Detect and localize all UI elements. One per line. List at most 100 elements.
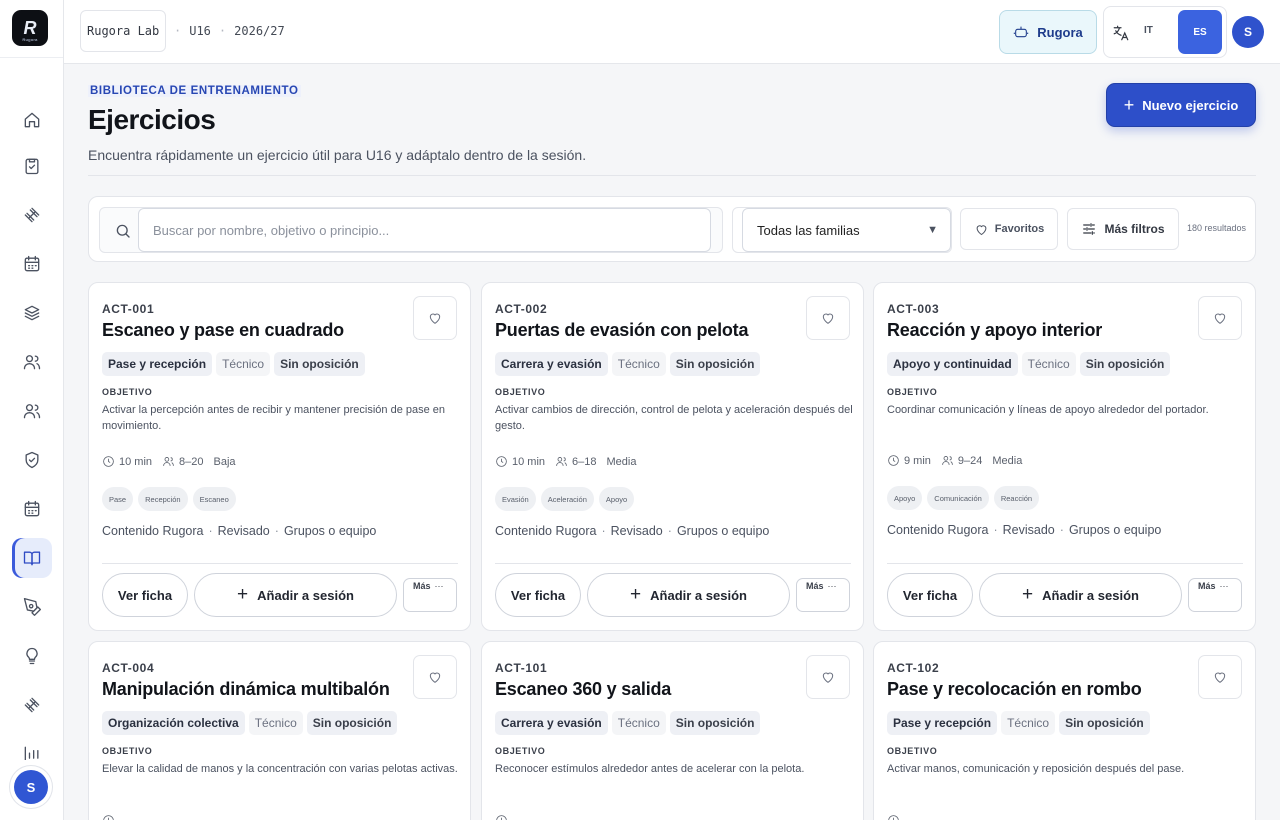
exercise-title[interactable]: Reacción y apoyo interior bbox=[887, 320, 1102, 341]
add-to-session-button[interactable]: + Añadir a sesión bbox=[979, 573, 1182, 617]
objective-text: Elevar la calidad de manos y la concentr… bbox=[102, 763, 458, 775]
card-divider bbox=[102, 563, 458, 564]
exercise-title[interactable]: Pase y recolocación en rombo bbox=[887, 679, 1142, 700]
family-tag: Apoyo y continuidad bbox=[887, 352, 1018, 376]
objective-text: Coordinar comunicación y líneas de apoyo… bbox=[887, 404, 1209, 416]
sidebar-item-ideas[interactable] bbox=[12, 636, 52, 676]
exercise-card[interactable]: ACT-004 Manipulación dinámica multibalón O… bbox=[88, 641, 471, 820]
exercise-tags: Carrera y evasión Técnico Sin oposición bbox=[495, 352, 761, 376]
exercise-title[interactable]: Puertas de evasión con pelota bbox=[495, 320, 748, 341]
lang-it-button[interactable]: IT bbox=[1144, 25, 1153, 36]
sidebar-item-players[interactable] bbox=[12, 342, 52, 382]
keyword-chip: Escaneo bbox=[192, 487, 236, 511]
opposition-tag: Sin oposición bbox=[1079, 352, 1171, 376]
sidebar-item-sessions[interactable] bbox=[12, 146, 52, 186]
team-icon bbox=[23, 404, 41, 419]
exercise-tags: Pase y recepción Técnico Sin oposición bbox=[102, 352, 365, 376]
translate-icon[interactable] bbox=[1112, 24, 1130, 42]
exercise-card[interactable]: ACT-003 Reacción y apoyo interior Apoyo y … bbox=[873, 282, 1256, 631]
rugora-assistant-button[interactable]: Rugora bbox=[999, 10, 1097, 54]
sidebar-divider bbox=[0, 57, 63, 58]
objective-label: OBJETIVO bbox=[887, 387, 938, 397]
favorite-toggle[interactable] bbox=[1198, 296, 1242, 340]
lightbulb-icon bbox=[26, 647, 38, 665]
more-menu-button[interactable]: Más ··· bbox=[403, 578, 457, 612]
favorite-toggle[interactable] bbox=[413, 296, 457, 340]
ellipsis-icon: ··· bbox=[434, 581, 444, 591]
sidebar-item-training[interactable] bbox=[12, 195, 52, 235]
sidebar-item-safety[interactable] bbox=[12, 440, 52, 480]
heart-icon bbox=[1214, 672, 1226, 683]
exercise-code: ACT-101 bbox=[495, 661, 548, 675]
type-tag: Técnico bbox=[611, 352, 666, 376]
sidebar-item-schedule[interactable] bbox=[12, 489, 52, 529]
opposition-tag: Sin oposición bbox=[669, 711, 761, 735]
add-to-session-button[interactable]: + Añadir a sesión bbox=[587, 573, 790, 617]
page-title: Ejercicios bbox=[88, 104, 216, 135]
card-divider bbox=[495, 563, 851, 564]
caret-down-icon: ▼ bbox=[927, 224, 938, 236]
favorite-toggle[interactable] bbox=[1198, 655, 1242, 699]
sidebar-item-design[interactable] bbox=[12, 587, 52, 627]
sidebar-item-library[interactable] bbox=[12, 538, 52, 578]
book-open-icon bbox=[23, 551, 41, 566]
view-sheet-button[interactable]: Ver ficha bbox=[495, 573, 581, 617]
exercise-title[interactable]: Manipulación dinámica multibalón bbox=[102, 679, 390, 700]
keyword-chip: Apoyo bbox=[598, 487, 635, 511]
view-sheet-button[interactable]: Ver ficha bbox=[887, 573, 973, 617]
sidebar-item-home[interactable] bbox=[12, 100, 52, 140]
home-icon bbox=[24, 112, 40, 128]
view-sheet-button[interactable]: Ver ficha bbox=[102, 573, 188, 617]
sidebar-item-stats[interactable] bbox=[12, 734, 52, 760]
sidebar-item-drills[interactable] bbox=[12, 685, 52, 725]
calendar-icon bbox=[24, 255, 40, 272]
exercise-title[interactable]: Escaneo 360 y salida bbox=[495, 679, 671, 700]
favorite-toggle[interactable] bbox=[413, 655, 457, 699]
user-avatar[interactable]: S bbox=[1232, 16, 1264, 48]
family-tag: Carrera y evasión bbox=[495, 711, 608, 735]
opposition-tag: Sin oposición bbox=[1059, 711, 1150, 735]
sidebar-item-layers[interactable] bbox=[12, 293, 52, 333]
heart-icon bbox=[429, 313, 441, 324]
lang-es-button[interactable]: ES bbox=[1178, 10, 1222, 54]
exercise-code: ACT-003 bbox=[887, 302, 940, 316]
type-tag: Técnico bbox=[248, 711, 303, 735]
exercise-card[interactable]: ACT-102 Pase y recolocación en rombo Pase … bbox=[873, 641, 1256, 820]
exercise-tags: Pase y recepción Técnico Sin oposición bbox=[887, 711, 1150, 735]
exercise-meta bbox=[102, 814, 119, 820]
favorite-toggle[interactable] bbox=[806, 296, 850, 340]
duration: 10 min bbox=[512, 455, 546, 468]
favorite-toggle[interactable] bbox=[806, 655, 850, 699]
sidebar-item-calendar[interactable] bbox=[12, 244, 52, 284]
context-selector[interactable]: Rugora Lab bbox=[80, 10, 167, 52]
sidebar-avatar[interactable]: S bbox=[14, 770, 48, 804]
player-range: 9–24 bbox=[957, 454, 983, 467]
heart-icon bbox=[822, 672, 834, 683]
keyword-chip: Evasión bbox=[495, 487, 536, 511]
exercise-card[interactable]: ACT-101 Escaneo 360 y salida Carrera y eva… bbox=[481, 641, 864, 820]
exercise-tags: Organización colectiva Técnico Sin oposici… bbox=[102, 711, 398, 735]
clock-icon bbox=[888, 815, 899, 820]
family-select[interactable]: Todas las familias ▼ bbox=[742, 208, 951, 252]
exercise-card[interactable]: ACT-002 Puertas de evasión con pelota Carr… bbox=[481, 282, 864, 631]
sidebar-item-teams[interactable] bbox=[12, 391, 52, 431]
type-tag: Técnico bbox=[611, 711, 666, 735]
more-menu-button[interactable]: Más ··· bbox=[1188, 578, 1242, 612]
search-input[interactable] bbox=[138, 208, 711, 252]
add-to-session-button[interactable]: + Añadir a sesión bbox=[194, 573, 397, 617]
exercise-title[interactable]: Escaneo y pase en cuadrado bbox=[102, 320, 344, 341]
keyword-chip: Reacción bbox=[993, 486, 1040, 510]
heart-icon bbox=[429, 672, 441, 683]
more-menu-button[interactable]: Más ··· bbox=[796, 578, 850, 612]
heart-icon bbox=[822, 313, 834, 324]
app-logo[interactable]: R Rugora bbox=[12, 10, 48, 46]
type-tag: Técnico bbox=[216, 352, 271, 376]
exercise-tags: Apoyo y continuidad Técnico Sin oposición bbox=[887, 352, 1171, 376]
dumbbell-icon bbox=[24, 207, 40, 223]
more-filters-button[interactable]: Más filtros bbox=[1067, 208, 1179, 250]
players-icon bbox=[942, 456, 953, 465]
player-range: 8–20 bbox=[179, 455, 204, 468]
exercise-card[interactable]: ACT-001 Escaneo y pase en cuadrado Pase y … bbox=[88, 282, 471, 631]
new-exercise-button[interactable]: + Nuevo ejercicio bbox=[1106, 83, 1256, 127]
favorites-button[interactable]: Favoritos bbox=[960, 208, 1058, 250]
